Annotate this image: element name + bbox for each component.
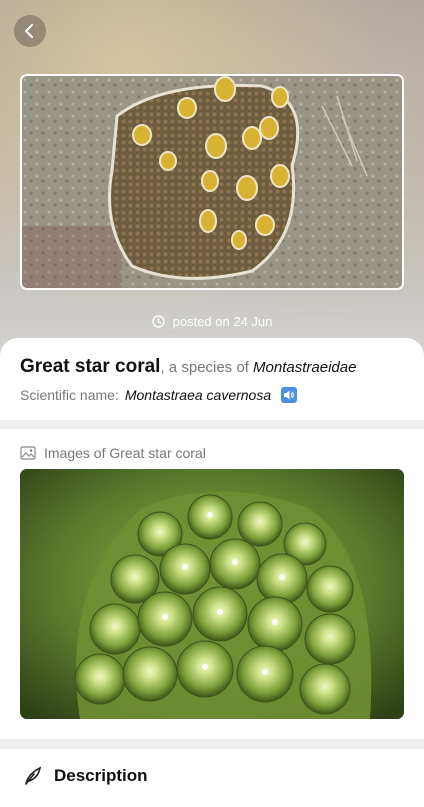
feather-icon (25, 766, 42, 785)
family-name[interactable]: Montastraeidae (253, 359, 356, 376)
image-icon (20, 446, 36, 460)
coral-image[interactable] (20, 469, 404, 719)
species-title: Great star coral, a species of Montastra… (20, 356, 356, 378)
clock-icon (151, 315, 165, 328)
images-card: Images of Great star coral (0, 429, 424, 739)
description-heading: Description (22, 765, 148, 787)
description-card[interactable]: Description (0, 749, 424, 807)
posted-text: posted on 24 Jun (172, 314, 273, 329)
images-heading-text: Images of Great star coral (44, 445, 206, 461)
posted-date: posted on 24 Jun (0, 314, 424, 329)
observation-photo[interactable] (20, 74, 404, 290)
description-heading-text: Description (54, 766, 148, 785)
scientific-name-row: Scientific name: Montastraea cavernosa (20, 387, 298, 403)
chevron-left-icon (25, 24, 33, 38)
hero-area: posted on 24 Jun (0, 0, 424, 360)
back-button[interactable] (14, 15, 46, 47)
species-title-card: Great star coral, a species of Montastra… (0, 338, 424, 420)
speaker-icon[interactable] (281, 387, 298, 403)
scientific-label: Scientific name: (20, 387, 119, 403)
common-name: Great star coral (20, 356, 161, 377)
images-heading: Images of Great star coral (20, 445, 206, 461)
species-of-text: , a species of (160, 359, 254, 376)
scientific-name: Montastraea cavernosa (124, 387, 272, 403)
